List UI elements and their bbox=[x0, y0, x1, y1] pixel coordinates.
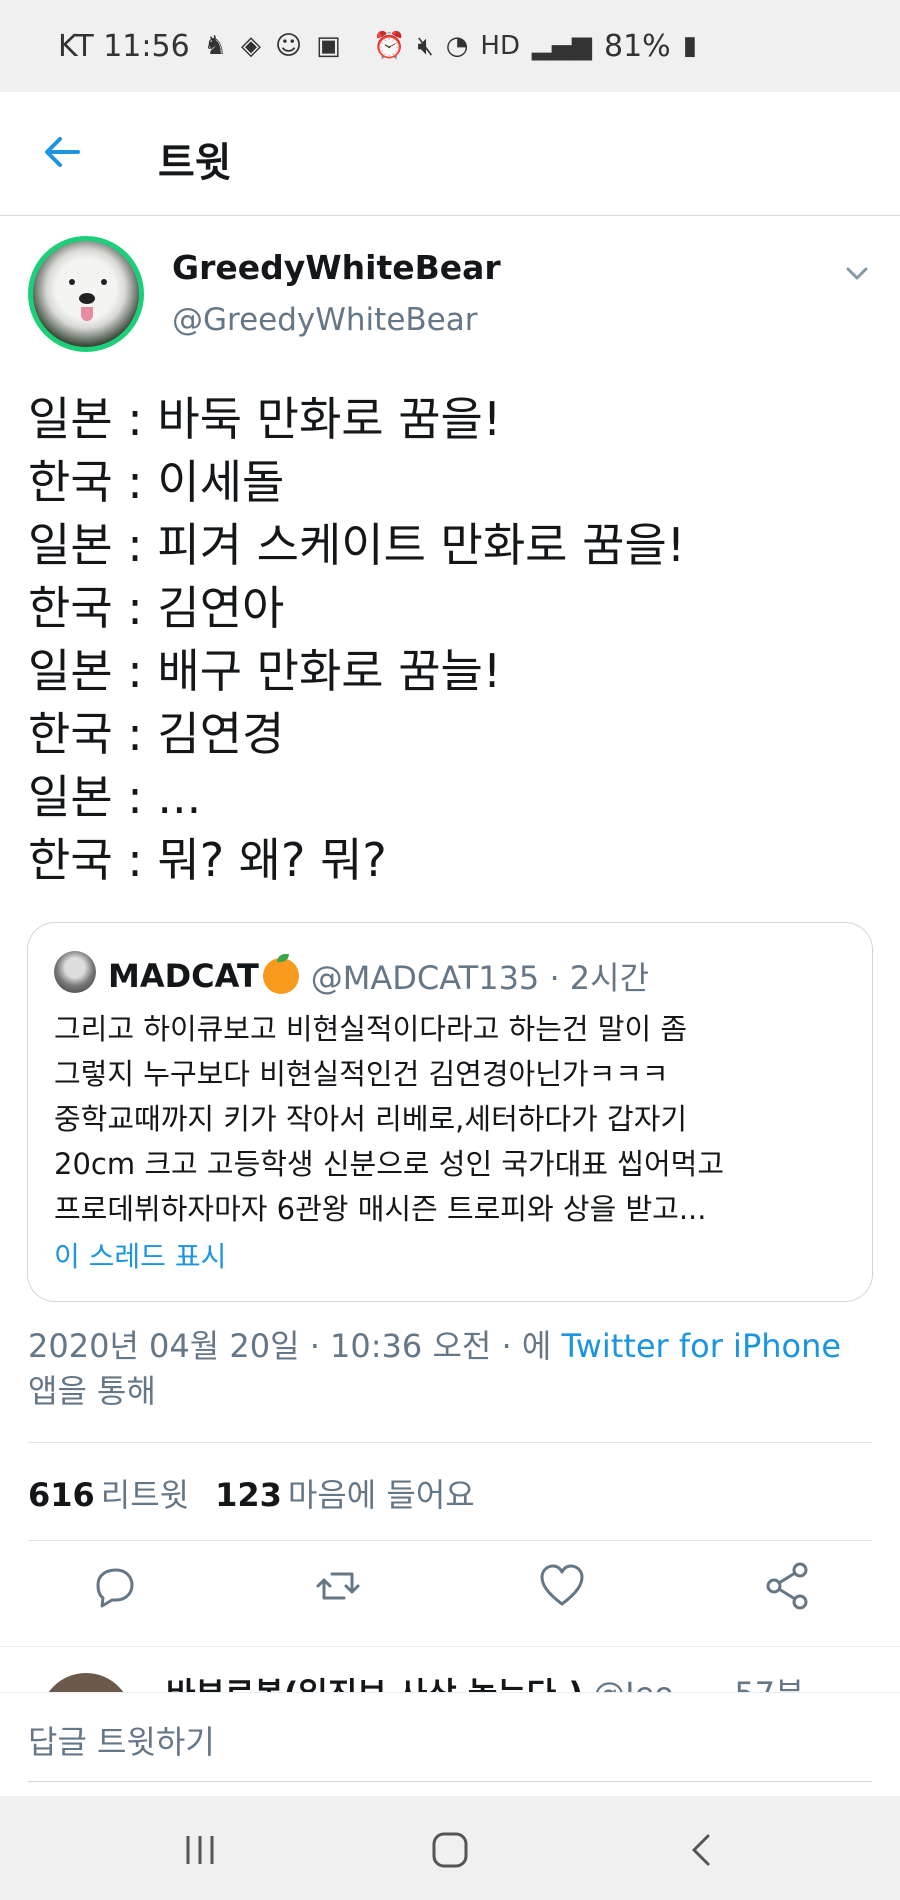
likes-label: 마음에 들어요 bbox=[287, 1476, 475, 1514]
notification-icon: ♞ bbox=[203, 31, 227, 61]
divider bbox=[28, 1442, 872, 1443]
mute-icon: 🔇︎ bbox=[417, 30, 434, 61]
home-icon[interactable] bbox=[428, 1828, 472, 1872]
recent-apps-icon[interactable] bbox=[178, 1828, 222, 1872]
tweet-line: 일본 : 피겨 스케이트 만화로 꿈을! bbox=[28, 518, 686, 572]
orange-emoji-icon bbox=[262, 954, 299, 994]
chevron-down-icon[interactable] bbox=[842, 258, 872, 288]
quoted-line: 프로데뷔하자마자 6관왕 매시즌 트로피와 상을 받고... bbox=[54, 1192, 707, 1226]
quoted-tweet[interactable]: MADCAT @MADCAT135 · 2시간 그리고 하이큐보고 비현실적이다… bbox=[27, 922, 873, 1302]
carrier-time: KT 11:56 bbox=[58, 28, 190, 64]
next-tweet-meta: @Jeo... · 57분 bbox=[583, 1675, 804, 1692]
quoted-line: 20cm 크고 고등학생 신분으로 성인 국가대표 씹어먹고 bbox=[54, 1147, 725, 1181]
tweet-line: 일본 : 바둑 만화로 꿈을! bbox=[28, 392, 502, 446]
reply-input[interactable]: 답글 트윗하기 bbox=[28, 1717, 215, 1763]
tweet-actions bbox=[0, 1560, 900, 1620]
alarm-icon: ⏰ bbox=[372, 31, 406, 61]
quoted-line: 중학교때까지 키가 작아서 리베로,세터하다가 갑자기 bbox=[54, 1102, 688, 1136]
divider bbox=[28, 1540, 872, 1541]
back-icon[interactable] bbox=[680, 1828, 724, 1872]
app-icon: ◈ bbox=[240, 31, 261, 61]
battery-level: 81% bbox=[604, 28, 671, 64]
tweet-text: 일본 : 바둑 만화로 꿈을! 한국 : 이세돌 일본 : 피겨 스케이트 만화… bbox=[28, 388, 878, 892]
avatar[interactable] bbox=[28, 236, 144, 352]
timestamp-text: 2020년 04월 20일 · 10:36 오전 · 에 bbox=[28, 1327, 562, 1365]
tweet-timestamp: 2020년 04월 20일 · 10:36 오전 · 에 Twitter for… bbox=[28, 1324, 878, 1414]
system-nav-bar bbox=[0, 1796, 900, 1900]
reply-bar[interactable]: 답글 트윗하기 bbox=[0, 1692, 900, 1782]
battery-icon: ▮ bbox=[682, 31, 697, 61]
source-link[interactable]: Twitter for iPhone bbox=[561, 1327, 841, 1365]
tweet-line: 일본 : ... bbox=[28, 770, 202, 824]
reply-underline bbox=[28, 1781, 872, 1782]
quoted-handle-time: @MADCAT135 · 2시간 bbox=[310, 959, 650, 997]
tweet-stats: 616 리트윗 123 마음에 들어요 bbox=[28, 1470, 475, 1516]
quoted-avatar bbox=[54, 951, 96, 993]
tweet-line: 한국 : 뭐? 왜? 뭐? bbox=[28, 833, 387, 887]
show-thread-link[interactable]: 이 스레드 표시 bbox=[54, 1235, 226, 1275]
next-tweet-preview[interactable]: 바부로봉(일진브 사상 놓는다.) @Jeo... · 57분 bbox=[0, 1646, 900, 1692]
back-arrow-icon[interactable] bbox=[40, 130, 84, 174]
hd-icon: HD bbox=[480, 31, 520, 61]
tweet-line: 한국 : 김연경 bbox=[28, 707, 285, 761]
quoted-line: 그리고 하이큐보고 비현실적이다라고 하는건 말이 좀 bbox=[54, 1012, 688, 1046]
heart-icon[interactable] bbox=[536, 1560, 588, 1612]
signal-icon: ▂▄▆ bbox=[532, 31, 592, 61]
retweet-icon[interactable] bbox=[312, 1560, 364, 1612]
display-name[interactable]: GreedyWhiteBear bbox=[172, 248, 501, 287]
wifi-icon: ◔ bbox=[445, 31, 469, 61]
page-title: 트윗 bbox=[158, 140, 232, 186]
gallery-icon: ▣ bbox=[316, 31, 341, 61]
next-tweet-header: 바부로봉(일진브 사상 놓는다.) @Jeo... · 57분 bbox=[166, 1669, 804, 1692]
game-icon: ☺ bbox=[274, 31, 303, 61]
share-icon[interactable] bbox=[762, 1560, 814, 1612]
source-suffix: 앱을 통해 bbox=[28, 1372, 156, 1410]
retweets-stat[interactable]: 616 리트윗 bbox=[28, 1470, 189, 1516]
tweet-line: 일본 : 배구 만화로 꿈늘! bbox=[28, 644, 502, 698]
retweets-count: 616 bbox=[28, 1476, 95, 1514]
next-tweet-avatar bbox=[40, 1673, 132, 1692]
quoted-display-name: MADCAT bbox=[108, 957, 259, 995]
tweet-line: 한국 : 김연아 bbox=[28, 581, 285, 635]
likes-stat[interactable]: 123 마음에 들어요 bbox=[215, 1470, 475, 1516]
quoted-text: 그리고 하이큐보고 비현실적이다라고 하는건 말이 좀 그렇지 누구보다 비현실… bbox=[54, 1007, 854, 1232]
quoted-header: MADCAT @MADCAT135 · 2시간 bbox=[108, 953, 649, 999]
app-bar: 트윗 bbox=[0, 92, 900, 216]
user-handle[interactable]: @GreedyWhiteBear bbox=[172, 302, 477, 338]
tweet-header: GreedyWhiteBear @GreedyWhiteBear bbox=[28, 236, 872, 356]
retweets-label: 리트윗 bbox=[100, 1476, 190, 1514]
reply-icon[interactable] bbox=[88, 1560, 140, 1612]
quoted-line: 그렇지 누구보다 비현실적인건 김연경아닌가ㅋㅋㅋ bbox=[54, 1057, 669, 1091]
next-tweet-name: 바부로봉(일진브 사상 놓는다.) bbox=[166, 1675, 583, 1692]
likes-count: 123 bbox=[215, 1476, 282, 1514]
tweet-line: 한국 : 이세돌 bbox=[28, 455, 285, 509]
status-bar: KT 11:56 ♞ ◈ ☺ ▣ ⏰ 🔇︎ ◔ HD ▂▄▆ 81% ▮ bbox=[0, 0, 900, 92]
